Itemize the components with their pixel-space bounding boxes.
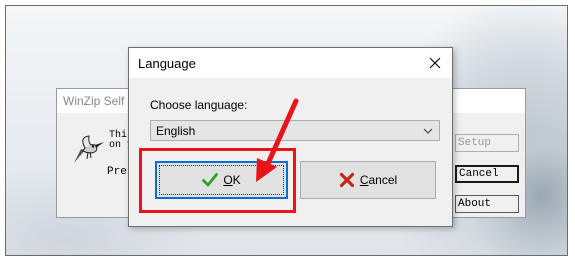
close-icon	[429, 57, 441, 69]
annotation-highlight-box	[139, 148, 296, 213]
setup-button[interactable]: Setup	[455, 134, 519, 152]
choose-language-label: Choose language:	[150, 98, 248, 112]
hummingbird-logo-icon	[74, 135, 104, 163]
about-button[interactable]: About	[455, 195, 519, 213]
language-dropdown[interactable]: English	[150, 120, 440, 141]
winzip-window-title: WinZip Self	[63, 94, 125, 108]
language-dropdown-value: English	[156, 124, 196, 138]
x-icon	[339, 172, 354, 188]
dialog-title: Language	[138, 56, 196, 71]
cancel-button-label: Cancel	[359, 173, 398, 187]
close-button[interactable]	[421, 52, 449, 74]
winzip-cancel-button[interactable]: Cancel	[455, 165, 519, 183]
chevron-down-icon	[423, 128, 433, 134]
cancel-button[interactable]: Cancel	[300, 161, 436, 199]
dialog-titlebar: Language	[129, 48, 452, 78]
